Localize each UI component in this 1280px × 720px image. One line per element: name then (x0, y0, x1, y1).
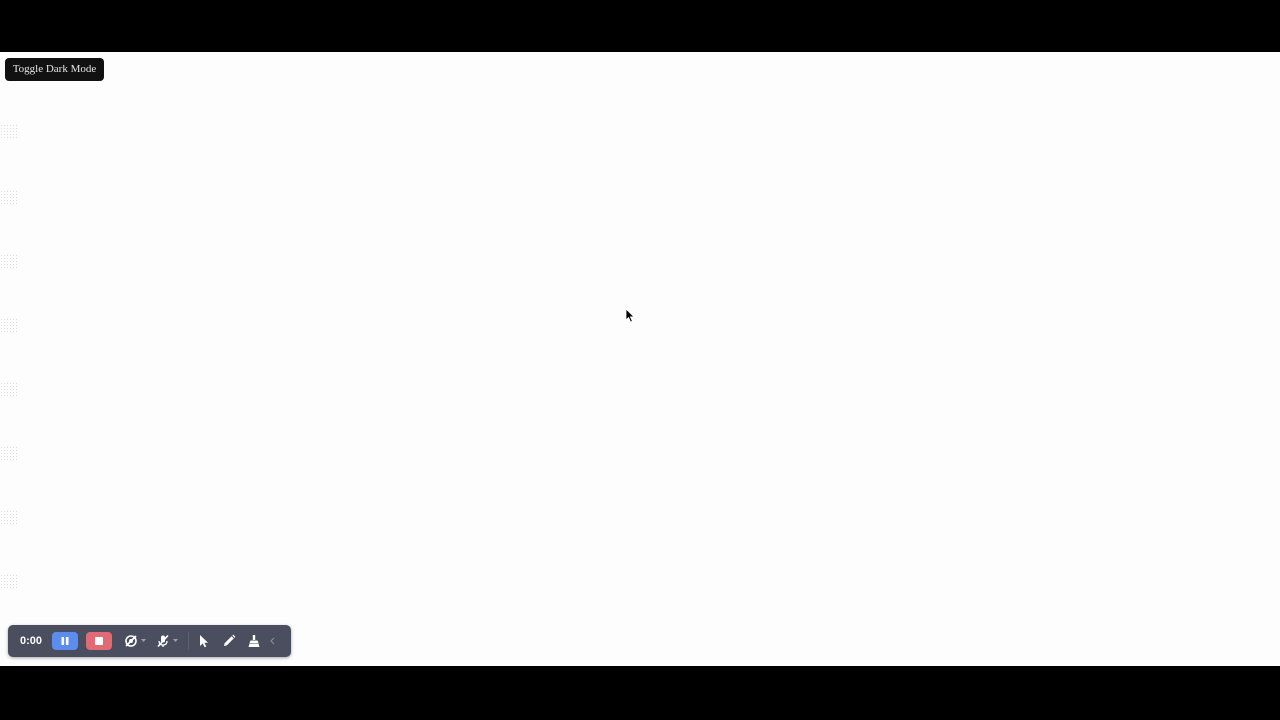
pause-button[interactable] (52, 632, 78, 650)
microphone-off-icon (157, 634, 169, 648)
camera-toggle-button[interactable] (122, 632, 140, 650)
pause-icon (61, 637, 69, 645)
camera-off-icon (125, 635, 137, 647)
eraser-icon (248, 635, 260, 647)
pointer-tool-button[interactable] (195, 632, 213, 650)
stop-button[interactable] (86, 632, 112, 650)
chevron-down-icon (140, 639, 146, 642)
dot-pattern (0, 510, 18, 526)
dot-pattern (0, 254, 18, 270)
collapse-toolbar-button[interactable] (267, 632, 277, 650)
dot-pattern (0, 318, 18, 334)
chevron-left-icon (269, 637, 274, 645)
pen-icon (224, 634, 236, 646)
toolbar-divider (188, 632, 189, 650)
pointer-icon (200, 635, 208, 648)
microphone-toggle-button[interactable] (154, 632, 172, 650)
page-canvas[interactable]: Toggle Dark Mode 0:00 (0, 52, 1280, 666)
recorder-toolbar: 0:00 (8, 625, 291, 657)
recording-timer: 0:00 (19, 635, 43, 647)
dot-pattern (0, 446, 18, 462)
camera-options-button[interactable] (140, 632, 146, 650)
dot-pattern (0, 382, 18, 398)
eraser-tool-button[interactable] (245, 632, 263, 650)
dot-pattern (0, 190, 18, 206)
dot-pattern (0, 124, 18, 140)
microphone-options-button[interactable] (172, 632, 178, 650)
pen-tool-button[interactable] (220, 632, 238, 650)
toggle-dark-mode-button[interactable]: Toggle Dark Mode (5, 58, 104, 81)
stop-icon (95, 637, 103, 645)
letterbox-top (0, 0, 1280, 52)
chevron-down-icon (172, 639, 178, 642)
letterbox-bottom (0, 666, 1280, 720)
dot-pattern (0, 574, 18, 590)
mouse-cursor-icon (625, 308, 635, 323)
